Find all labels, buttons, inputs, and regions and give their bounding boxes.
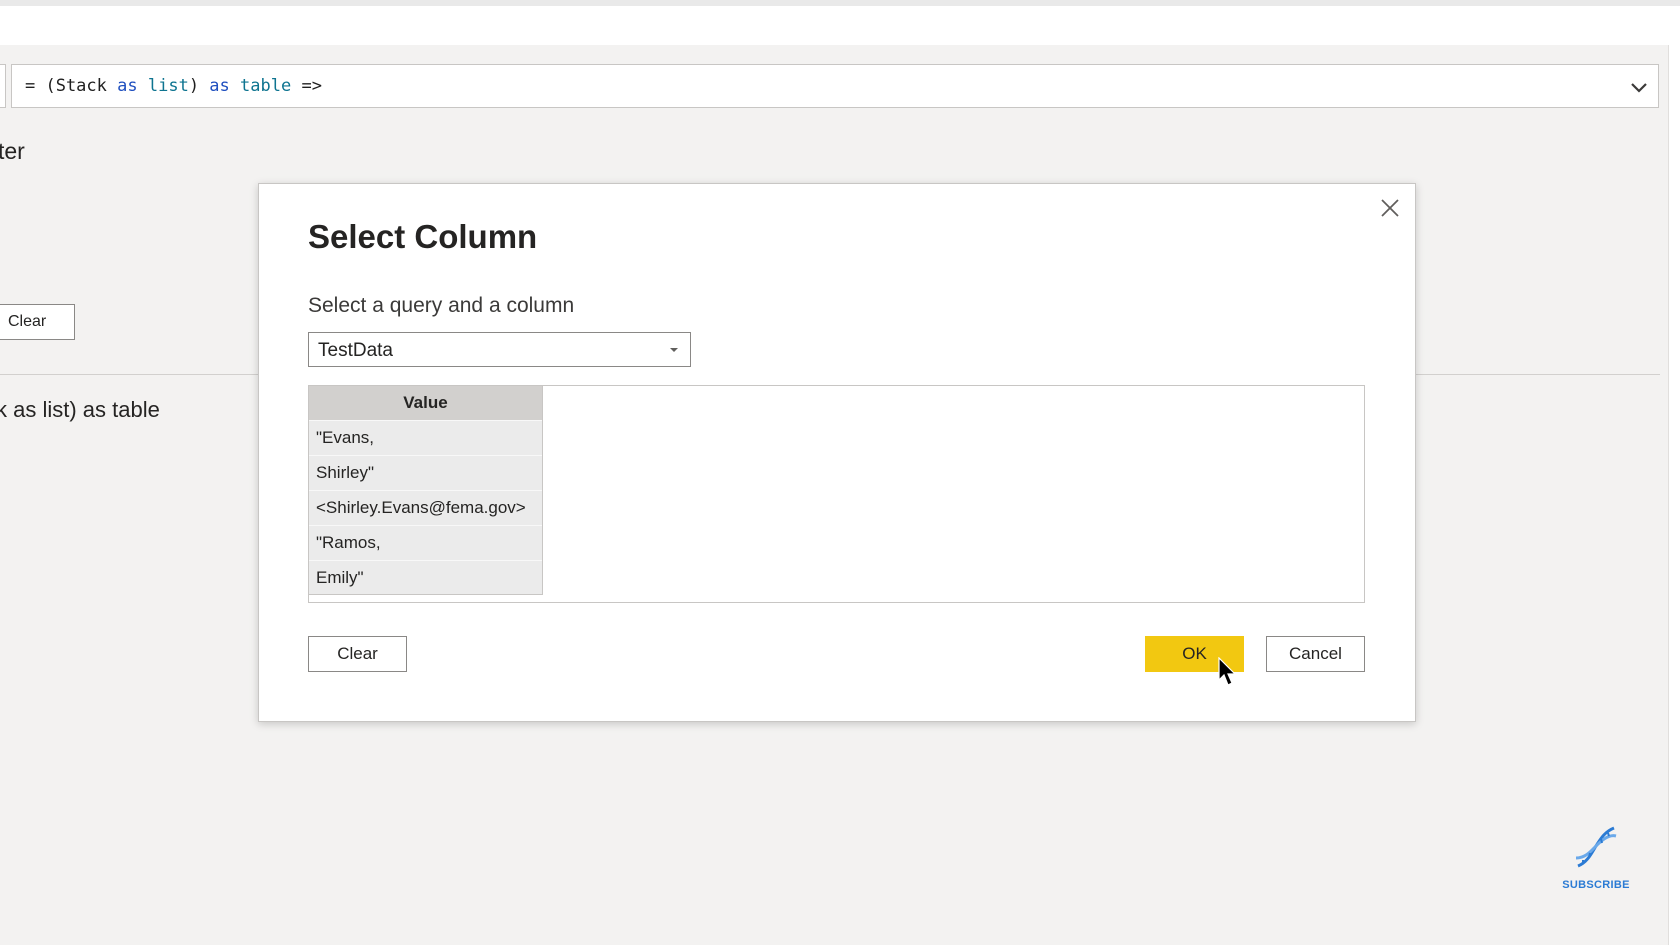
formula-close-paren: ) bbox=[188, 76, 210, 96]
subscribe-badge[interactable]: SUBSCRIBE bbox=[1558, 822, 1634, 892]
formula-type-list: list bbox=[147, 76, 189, 96]
close-icon[interactable] bbox=[1377, 195, 1403, 221]
dna-icon bbox=[1575, 826, 1617, 868]
table-row[interactable]: Emily" bbox=[309, 560, 542, 595]
dialog-title: Select Column bbox=[308, 218, 538, 255]
formula-keyword-as: as bbox=[117, 76, 138, 96]
formula-bar-left-stub bbox=[0, 64, 6, 108]
formula-space bbox=[138, 76, 148, 96]
clear-button[interactable]: Clear bbox=[308, 636, 407, 672]
column-header-value[interactable]: Value bbox=[309, 386, 542, 420]
caret-down-icon[interactable] bbox=[668, 344, 680, 356]
dialog-subtitle: Select a query and a column bbox=[308, 294, 575, 317]
formula-type-table: table bbox=[240, 76, 292, 96]
formula-text[interactable]: = (Stack as list) as table => bbox=[25, 76, 322, 96]
chevron-down-icon[interactable] bbox=[1628, 76, 1650, 98]
mouse-pointer-icon bbox=[1218, 657, 1237, 686]
background-function-text: k as list) as table bbox=[0, 397, 160, 422]
query-dropdown-value: TestData bbox=[318, 340, 393, 361]
window-top-strip bbox=[0, 0, 1680, 6]
table-row[interactable]: <Shirley.Evans@fema.gov> bbox=[309, 490, 542, 525]
select-column-dialog: Select Column Select a query and a colum… bbox=[258, 183, 1416, 722]
table-row[interactable]: Shirley" bbox=[309, 455, 542, 490]
cancel-button[interactable]: Cancel bbox=[1266, 636, 1365, 672]
formula-keyword-as-2: as bbox=[209, 76, 230, 96]
formula-arrow: => bbox=[291, 76, 322, 96]
query-dropdown[interactable]: TestData bbox=[308, 332, 691, 367]
formula-space-2 bbox=[230, 76, 240, 96]
right-scrollbar[interactable] bbox=[1668, 45, 1680, 945]
preview-table: Value "Evans, Shirley" <Shirley.Evans@fe… bbox=[309, 386, 543, 595]
background-clear-button[interactable]: Clear bbox=[0, 304, 75, 340]
formula-bar[interactable]: = (Stack as list) as table => bbox=[11, 64, 1659, 108]
background-partial-label: ter bbox=[0, 138, 25, 164]
table-row[interactable]: "Evans, bbox=[309, 420, 542, 455]
subscribe-label: SUBSCRIBE bbox=[1562, 879, 1630, 891]
table-row[interactable]: "Ramos, bbox=[309, 525, 542, 560]
column-preview-box: Value "Evans, Shirley" <Shirley.Evans@fe… bbox=[308, 385, 1365, 603]
formula-prefix: = (Stack bbox=[25, 76, 118, 96]
